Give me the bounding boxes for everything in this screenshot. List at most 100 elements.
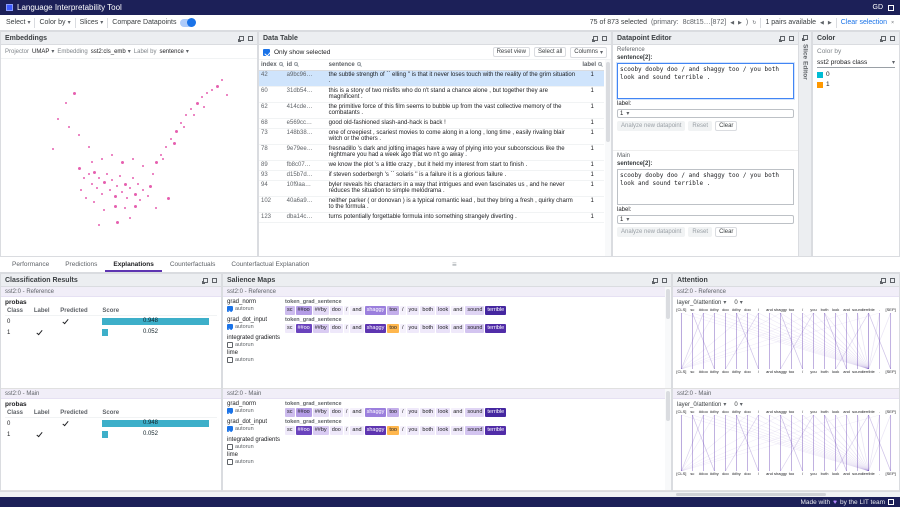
embedding-point[interactable] — [173, 142, 176, 145]
label-select[interactable]: 1▾ — [617, 215, 794, 224]
horizontal-scrollbar[interactable] — [0, 492, 900, 497]
embedding-point[interactable] — [88, 173, 90, 175]
scrollbar-thumb[interactable] — [676, 493, 826, 496]
popout-icon[interactable] — [203, 278, 208, 283]
table-row[interactable]: 123dba14c…turns potentially forgettable … — [259, 212, 604, 222]
embedding-point[interactable] — [57, 118, 59, 120]
autorun-checkbox[interactable] — [227, 324, 233, 330]
scrollbar[interactable] — [665, 389, 671, 490]
embedding-point[interactable] — [170, 138, 172, 140]
embedding-point[interactable] — [68, 126, 70, 128]
embeddings-canvas[interactable] — [1, 59, 257, 256]
attention-head-select[interactable]: 0▾ — [734, 401, 742, 408]
embedding-point[interactable] — [185, 114, 187, 116]
column-header-id[interactable]: id — [285, 60, 327, 70]
search-icon[interactable] — [294, 62, 298, 66]
embedding-point[interactable] — [93, 171, 96, 174]
embedding-point[interactable] — [203, 106, 205, 108]
embedding-point[interactable] — [155, 207, 157, 209]
embedding-point[interactable] — [98, 224, 100, 226]
embedding-point[interactable] — [155, 161, 158, 164]
autorun-checkbox[interactable] — [227, 357, 233, 363]
label-select[interactable]: 1▾ — [617, 109, 794, 118]
search-icon[interactable] — [357, 62, 361, 66]
projector-select[interactable]: UMAP▾ — [32, 48, 54, 55]
embedding-point[interactable] — [103, 181, 106, 184]
table-row[interactable]: 68e569cc…good old-fashioned slash-and-ha… — [259, 118, 604, 128]
embedding-point[interactable] — [221, 79, 223, 81]
embedding-point[interactable] — [206, 92, 208, 94]
clear-selection-button[interactable]: Clear selection — [841, 19, 887, 26]
autorun-checkbox[interactable] — [227, 408, 233, 414]
select-menu[interactable]: Select▾ — [6, 19, 30, 26]
table-row[interactable]: 89fb8c07…we know the plot 's a little cr… — [259, 160, 604, 170]
table-row[interactable]: 93d15b7d…if steven soderbergh 's `` sola… — [259, 170, 604, 180]
autorun-checkbox[interactable] — [227, 459, 233, 465]
expand-icon[interactable] — [602, 36, 607, 41]
refresh-icon[interactable]: ↻ — [752, 20, 756, 26]
tab-performance[interactable]: Performance — [4, 257, 57, 272]
popout-icon[interactable] — [780, 36, 785, 41]
embedding-point[interactable] — [193, 114, 195, 116]
scrollbar[interactable] — [605, 60, 611, 256]
popout-icon[interactable] — [803, 35, 808, 40]
embedding-point[interactable] — [91, 183, 93, 185]
embedding-point[interactable] — [134, 205, 137, 208]
slice-editor-collapsed-tab[interactable]: Slice Editor — [799, 31, 812, 257]
scrollbar-thumb[interactable] — [606, 62, 610, 142]
embedding-point[interactable] — [109, 189, 111, 191]
expand-icon[interactable] — [248, 36, 253, 41]
embedding-point[interactable] — [98, 177, 100, 179]
embedding-point[interactable] — [134, 193, 137, 196]
search-icon[interactable] — [279, 62, 283, 66]
embedding-point[interactable] — [121, 191, 123, 193]
popout-icon[interactable] — [653, 278, 658, 283]
analyze-new-datapoint-button[interactable]: Analyze new datapoint — [617, 227, 685, 237]
embedding-point[interactable] — [116, 221, 119, 224]
popout-icon[interactable] — [239, 36, 244, 41]
prev-pair-button[interactable]: ◀ — [820, 20, 824, 26]
reset-button[interactable]: Reset — [688, 121, 712, 131]
embedding-point[interactable] — [165, 146, 167, 148]
embedding-point[interactable] — [83, 177, 85, 179]
tab-counterfactual-explanation[interactable]: Counterfactual Explanation — [223, 257, 317, 272]
embedding-point[interactable] — [149, 185, 152, 188]
embedding-point[interactable] — [103, 209, 105, 211]
reset-view-button[interactable]: Reset view — [493, 47, 530, 57]
embedding-point[interactable] — [132, 158, 134, 160]
embedding-point[interactable] — [226, 94, 228, 96]
table-row[interactable]: 42a9bc96…the subtle strength of `` ellin… — [259, 70, 604, 86]
embedding-point[interactable] — [190, 108, 192, 110]
table-row[interactable]: 73148b38…one of creepiest , scariest mov… — [259, 128, 604, 144]
tab-predictions[interactable]: Predictions — [57, 257, 105, 272]
scrollbar-thumb[interactable] — [666, 289, 670, 319]
embedding-point[interactable] — [121, 161, 124, 164]
embedding-point[interactable] — [129, 187, 131, 189]
reset-button[interactable]: Reset — [688, 227, 712, 237]
embedding-select[interactable]: sst2:cls_emb▾ — [91, 48, 131, 55]
embedding-point[interactable] — [114, 195, 117, 198]
embedding-point[interactable] — [142, 189, 144, 191]
drag-handle[interactable]: ≡ — [452, 260, 457, 269]
color-by-menu[interactable]: Color by▾ — [39, 19, 70, 26]
embedding-point[interactable] — [65, 102, 67, 104]
embedding-point[interactable] — [216, 85, 219, 88]
embedding-point[interactable] — [129, 217, 131, 219]
select-all-button[interactable]: Select all — [534, 47, 566, 57]
close-icon[interactable]: × — [891, 20, 894, 26]
embedding-point[interactable] — [96, 187, 98, 189]
column-header-label[interactable]: label — [580, 60, 604, 70]
window-icon[interactable] — [888, 499, 894, 505]
table-row[interactable]: 62414cde…the primitive force of this fil… — [259, 102, 604, 118]
table-row[interactable]: 9410f9aa…byler reveals his characters in… — [259, 180, 604, 196]
autorun-checkbox[interactable] — [227, 306, 233, 312]
embedding-point[interactable] — [142, 165, 144, 167]
embedding-point[interactable] — [85, 197, 87, 199]
embedding-point[interactable] — [183, 126, 185, 128]
tab-counterfactuals[interactable]: Counterfactuals — [162, 257, 224, 272]
sentence-input[interactable]: scooby dooby doo / and shaggy too / you … — [617, 63, 794, 99]
embedding-point[interactable] — [116, 185, 118, 187]
embedding-point[interactable] — [137, 183, 139, 185]
embedding-point[interactable] — [152, 173, 154, 175]
clear-button[interactable]: Clear — [715, 227, 737, 237]
